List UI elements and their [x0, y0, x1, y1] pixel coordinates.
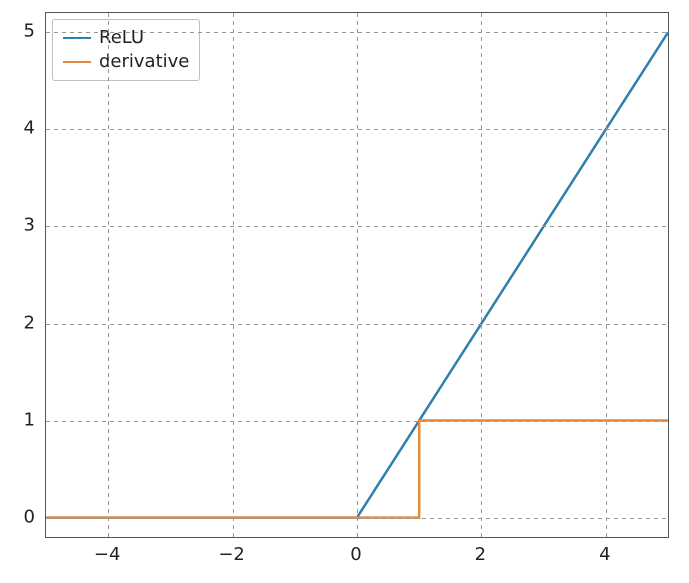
x-tick-label: −2 — [218, 544, 245, 565]
legend-swatch — [63, 37, 91, 39]
x-tick-label: 0 — [350, 544, 361, 565]
x-tick-label: 4 — [599, 544, 610, 565]
y-tick-label: 4 — [24, 118, 35, 139]
legend-label: derivative — [99, 50, 189, 74]
legend-swatch — [63, 61, 91, 63]
y-tick-label: 0 — [24, 506, 35, 527]
x-tick-label: 2 — [475, 544, 486, 565]
gridline-vertical — [481, 13, 482, 537]
legend-label: ReLU — [99, 26, 144, 50]
legend-item: ReLU — [63, 26, 189, 50]
gridline-vertical — [357, 13, 358, 537]
x-tick-label: −4 — [94, 544, 121, 565]
y-tick-label: 1 — [24, 409, 35, 430]
y-tick-label: 2 — [24, 312, 35, 333]
gridline-vertical — [233, 13, 234, 537]
legend: ReLUderivative — [52, 19, 200, 81]
plot-area: ReLUderivative — [45, 12, 669, 538]
legend-item: derivative — [63, 50, 189, 74]
figure: ReLUderivative 0 1 2 3 4 5 −4 −2 0 2 4 — [0, 0, 689, 583]
gridline-vertical — [606, 13, 607, 537]
y-tick-label: 5 — [24, 21, 35, 42]
gridline-vertical — [108, 13, 109, 537]
y-tick-label: 3 — [24, 215, 35, 236]
